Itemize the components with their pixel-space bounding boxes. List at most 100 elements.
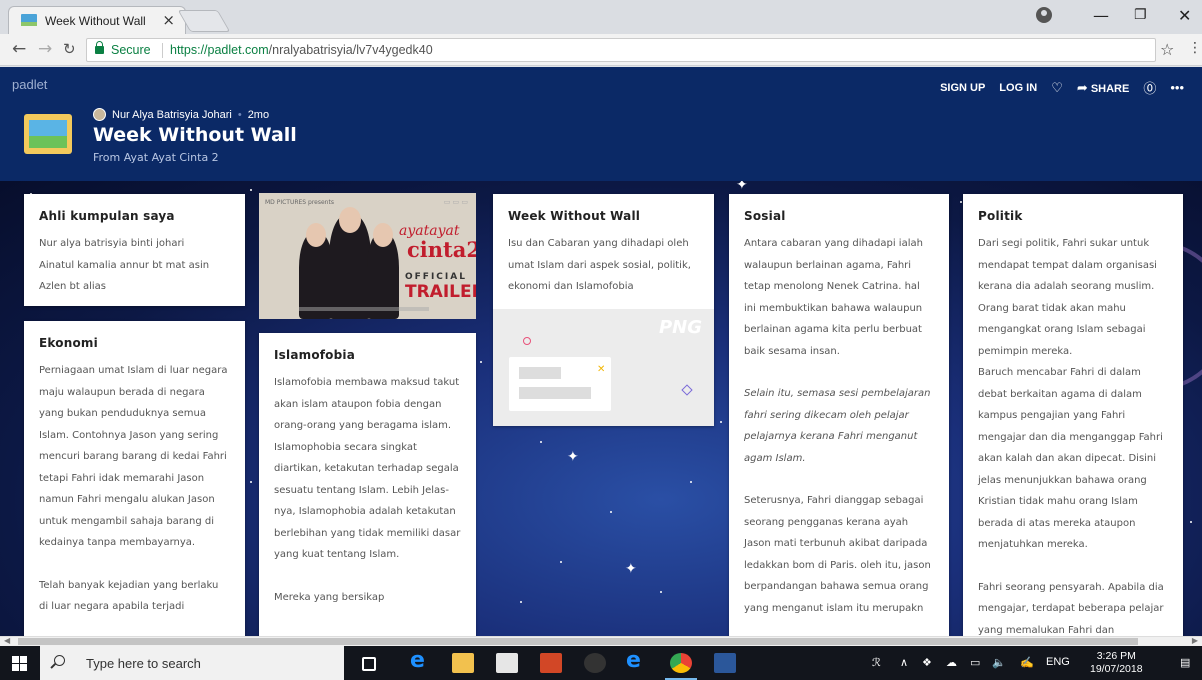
powerpoint-icon[interactable] <box>540 653 562 673</box>
help-icon[interactable]: ⓪ <box>1143 78 1156 97</box>
scroll-left-icon[interactable]: ◀ <box>4 636 10 645</box>
clock[interactable]: 3:26 PM 19/07/2018 <box>1090 650 1143 676</box>
lock-icon <box>95 41 104 54</box>
address-divider <box>162 43 163 58</box>
bookmark-star-icon[interactable]: ☆ <box>1160 40 1174 59</box>
log-in-button[interactable]: LOG IN <box>999 82 1037 94</box>
header-actions: SIGN UP LOG IN ♡ ➦ SHARE ⓪ ••• <box>940 78 1184 97</box>
url-text: https://padlet.com/nralyabatrisyia/lv7v4… <box>170 43 433 57</box>
page-subtitle: From Ayat Ayat Cinta 2 <box>93 151 219 164</box>
secure-label: Secure <box>111 43 151 57</box>
star-decoration: ✦ <box>736 181 748 193</box>
heart-icon[interactable]: ♡ <box>1051 80 1063 96</box>
media-app-icon[interactable] <box>584 653 606 673</box>
post-body: Antara cabaran yang dihadapi ialah walau… <box>744 238 923 357</box>
url-path: /nralyabatrisyia/lv7v4ygedk40 <box>268 43 433 57</box>
battery-icon[interactable]: ▭ <box>970 656 980 669</box>
windows-start-icon[interactable] <box>12 656 27 671</box>
poster-studio: MD PICTURES presents <box>265 199 334 206</box>
post-body-continued: Fahri seorang pensyarah. Apabila dia men… <box>978 581 1164 636</box>
page-title: Week Without Wall <box>93 124 297 146</box>
avatar <box>93 108 106 121</box>
poster-official: OFFICIAL <box>405 272 467 282</box>
browser-tab-bar: Week Without Wall × — ❐ ✕ <box>0 0 1202 34</box>
language-indicator[interactable]: ENG <box>1046 656 1070 668</box>
post-title: Politik <box>978 209 1023 223</box>
close-icon[interactable]: ✕ <box>1178 6 1191 25</box>
minimize-icon[interactable]: — <box>1093 6 1109 25</box>
file-explorer-icon[interactable] <box>452 653 474 673</box>
volume-icon[interactable]: 🔈 <box>992 656 1006 669</box>
poster-title-main: cinta2 <box>407 237 476 262</box>
poster-logos: ▭ ▭ ▭ <box>443 198 468 206</box>
padlet-favicon-icon <box>21 14 37 26</box>
tab-title: Week Without Wall <box>45 14 146 28</box>
tray-expand-icon[interactable]: ∧ <box>900 656 908 669</box>
star-decoration: ✦ <box>567 449 579 465</box>
url-input[interactable]: Secure https://padlet.com/nralyabatrisyi… <box>86 38 1156 62</box>
post-card-politik[interactable]: Politik Dari segi politik, Fahri sukar u… <box>963 194 1183 636</box>
share-arrow-icon: ➦ <box>1076 79 1088 95</box>
post-body-italic: Selain itu, semasa sesi pembelajaran fah… <box>744 388 931 464</box>
url-host: https://padlet.com <box>170 43 269 57</box>
scroll-right-icon[interactable]: ▶ <box>1192 636 1198 645</box>
people-icon[interactable]: ℛ <box>872 656 881 669</box>
back-arrow-icon[interactable]: ← <box>12 39 26 59</box>
post-card-sosial[interactable]: Sosial Antara cabaran yang dihadapi iala… <box>729 194 949 636</box>
internet-explorer-icon[interactable]: e <box>626 648 648 673</box>
forward-arrow-icon[interactable]: → <box>38 39 52 59</box>
restore-icon[interactable]: ❐ <box>1134 7 1147 23</box>
chrome-icon[interactable] <box>665 653 697 680</box>
post-title: Ekonomi <box>39 336 98 350</box>
dropbox-icon[interactable]: ❖ <box>922 656 932 669</box>
sign-up-button[interactable]: SIGN UP <box>940 82 985 94</box>
post-body: Perniagaan umat Islam di luar negara maj… <box>39 365 228 548</box>
store-icon[interactable] <box>496 653 518 673</box>
post-card-islamofobia[interactable]: Islamofobia Islamofobia membawa maksud t… <box>259 333 476 636</box>
windows-taskbar: Type here to search e e ℛ ∧ ❖ ☁ ▭ 🔈 ✍ EN… <box>0 646 1202 680</box>
post-age: 2mo <box>247 108 270 121</box>
profile-icon[interactable] <box>1036 7 1052 23</box>
post-card-week-without-wall[interactable]: Week Without Wall Isu dan Cabaran yang d… <box>493 194 714 426</box>
post-body: Nur alya batrisyia binti johari Ainatul … <box>39 238 210 292</box>
post-title: Ahli kumpulan saya <box>39 209 175 223</box>
taskbar-search-input[interactable]: Type here to search <box>40 646 344 680</box>
horizontal-scrollbar[interactable]: ◀ ▶ <box>0 636 1202 646</box>
reload-icon[interactable]: ↻ <box>63 40 76 58</box>
more-icon[interactable]: ••• <box>1170 80 1184 95</box>
browser-tab[interactable]: Week Without Wall × <box>8 6 186 34</box>
word-icon[interactable] <box>714 653 736 673</box>
padlet-header: padlet SIGN UP LOG IN ♡ ➦ SHARE ⓪ ••• Nu… <box>0 67 1202 181</box>
post-body-continued: Seterusnya, Fahri dianggap sebagai seora… <box>744 495 931 614</box>
tab-close-icon[interactable]: × <box>162 11 175 29</box>
separator-dot: • <box>237 108 242 121</box>
padlet-logo[interactable]: padlet <box>12 77 47 92</box>
image-placeholder[interactable]: PNG ✕ <box>493 309 714 426</box>
onedrive-icon[interactable]: ☁ <box>946 656 957 669</box>
edge-icon[interactable]: e <box>410 648 432 673</box>
post-title: Week Without Wall <box>508 209 641 223</box>
padlet-wall[interactable]: ✦ ✦ ✦ Ahli kumpulan saya Nur alya batris… <box>0 181 1202 636</box>
post-body-continued: Mereka yang bersikap <box>274 591 385 603</box>
close-x-icon: ✕ <box>597 364 606 375</box>
clock-time: 3:26 PM <box>1096 650 1136 662</box>
post-body: Isu dan Cabaran yang dihadapi oleh umat … <box>508 238 691 292</box>
post-body-continued: Telah banyak kejadian yang berlaku di lu… <box>39 579 219 613</box>
share-button[interactable]: ➦ SHARE <box>1077 80 1129 96</box>
post-body: Islamofobia membawa maksud takut akan is… <box>274 377 461 560</box>
pen-icon[interactable]: ✍ <box>1020 656 1034 669</box>
post-body: Dari segi politik, Fahri sukar untuk men… <box>978 238 1163 550</box>
scrollbar-thumb[interactable] <box>18 638 1138 645</box>
notifications-icon[interactable]: ▤ <box>1180 656 1190 669</box>
task-view-icon[interactable] <box>362 657 376 671</box>
search-icon <box>54 655 65 666</box>
png-label: PNG <box>658 317 702 338</box>
author-row: Nur Alya Batrisyia Johari • 2mo <box>93 108 269 121</box>
post-card-members[interactable]: Ahli kumpulan saya Nur alya batrisyia bi… <box>24 194 245 306</box>
post-card-ekonomi[interactable]: Ekonomi Perniagaan umat Islam di luar ne… <box>24 321 245 636</box>
chrome-menu-icon[interactable]: ⋮ <box>1188 40 1202 56</box>
post-card-poster-image[interactable]: MD PICTURES presents ▭ ▭ ▭ ayatayat cint… <box>259 193 476 319</box>
star-decoration: ✦ <box>625 561 637 577</box>
post-title: Islamofobia <box>274 348 356 362</box>
diamond-shape-icon <box>681 384 693 396</box>
